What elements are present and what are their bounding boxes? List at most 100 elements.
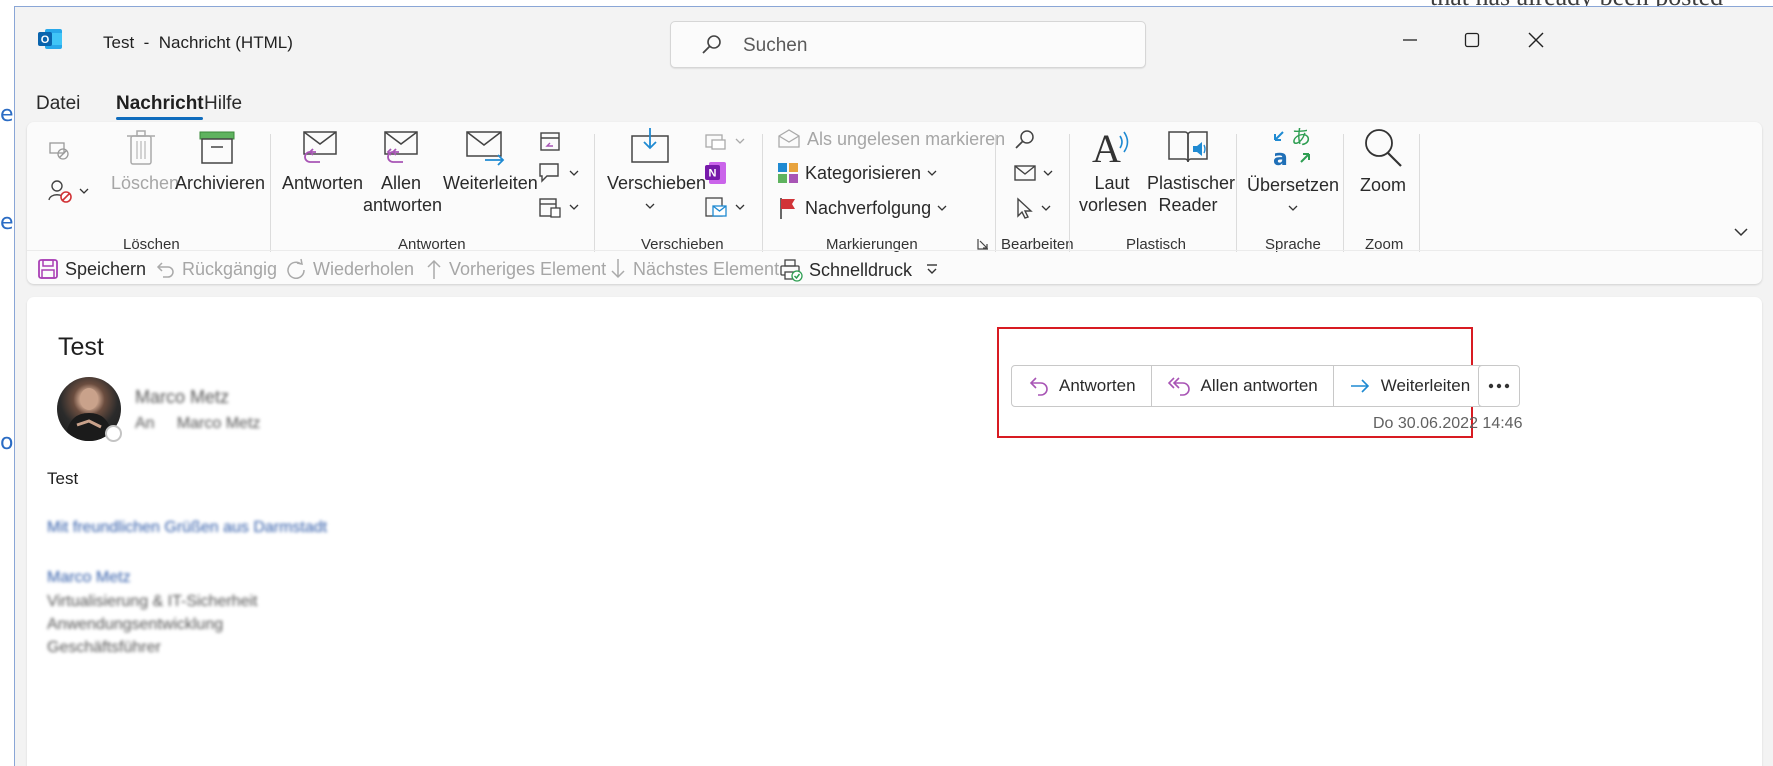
immersive-reader-icon	[1168, 131, 1208, 163]
zoom-label: Zoom	[1359, 175, 1406, 195]
delete-label: Löschen	[111, 173, 180, 193]
chevron-down-icon	[645, 203, 655, 209]
search-box[interactable]: Suchen	[670, 21, 1146, 68]
archive-button[interactable]: Archivieren	[175, 128, 265, 194]
mark-unread-button[interactable]: Als ungelesen markieren	[777, 128, 1005, 150]
ignore-button[interactable]	[47, 138, 71, 162]
next-item-button[interactable]: Nächstes Element	[609, 258, 779, 280]
related-mail-icon	[1014, 165, 1036, 181]
arrow-up-icon	[427, 259, 441, 279]
title-bar: O Test - Nachricht (HTML) Suchen	[15, 7, 1773, 69]
dialog-launcher-icon[interactable]	[977, 238, 989, 250]
menu-bar: Datei Nachricht Hilfe	[15, 87, 1773, 121]
chevron-down-icon	[79, 188, 89, 194]
junk-button[interactable]	[47, 178, 89, 204]
followup-button[interactable]: Nachverfolgung	[777, 196, 947, 220]
related-button[interactable]	[1013, 162, 1053, 184]
message-action-bar: Antworten Allen antworten Weiterleiten	[1011, 365, 1487, 407]
actions-button[interactable]	[703, 194, 745, 220]
close-icon	[1528, 32, 1544, 48]
svg-text:N: N	[709, 168, 717, 180]
translate-icon: あa	[1273, 126, 1311, 168]
move-button[interactable]: Verschieben	[607, 126, 706, 216]
chevron-down-icon	[937, 205, 947, 211]
followup-label: Nachverfolgung	[805, 197, 932, 218]
forward-ribbon-button[interactable]: Weiterleiten	[443, 128, 538, 194]
customize-toolbar-icon	[927, 264, 937, 274]
quick-print-button[interactable]: Schnelldruck	[779, 258, 912, 282]
zoom-button[interactable]: Zoom	[1352, 126, 1414, 196]
group-separator	[1343, 134, 1344, 252]
group-separator	[995, 134, 996, 252]
reply-ribbon-button[interactable]: Antworten	[282, 128, 363, 194]
more-actions-button[interactable]	[1478, 365, 1520, 407]
recipient-name[interactable]: Marco Metz	[177, 415, 261, 432]
background-text-fragment: o	[0, 430, 14, 455]
reply-ribbon-label: Antworten	[282, 173, 364, 193]
redo-label: Wiederholen	[313, 258, 415, 279]
reply-button[interactable]: Antworten	[1012, 366, 1152, 406]
signature-line: Geschäftsführer	[47, 639, 161, 656]
undo-button[interactable]: Rückgängig	[154, 258, 277, 280]
chevron-down-icon	[735, 138, 745, 144]
menu-hilfe[interactable]: Hilfe	[204, 93, 242, 115]
menu-nachricht[interactable]: Nachricht	[116, 93, 204, 115]
next-item-label: Nächstes Element	[633, 258, 780, 279]
forward-button[interactable]: Weiterleiten	[1334, 366, 1485, 406]
categorize-label: Kategorisieren	[805, 162, 922, 183]
read-aloud-label-2: vorlesen	[1079, 195, 1148, 215]
forward-mail-icon	[466, 131, 505, 166]
sender-name[interactable]: Marco Metz	[135, 387, 229, 408]
group-separator	[1069, 134, 1070, 252]
meeting-reply-button[interactable]	[537, 128, 563, 154]
im-reply-button[interactable]	[537, 160, 579, 186]
collapse-ribbon-icon[interactable]	[1733, 226, 1749, 238]
ignore-icon	[49, 142, 69, 160]
redo-button[interactable]: Wiederholen	[285, 258, 414, 280]
categorize-button[interactable]: Kategorisieren	[777, 162, 937, 184]
chat-icon	[539, 163, 559, 183]
more-respond-button[interactable]	[537, 194, 579, 220]
save-button[interactable]: Speichern	[37, 258, 146, 280]
immersive-reader-button[interactable]: Plastischer Reader	[1147, 126, 1235, 216]
chevron-down-icon	[1043, 170, 1053, 176]
search-icon	[702, 35, 721, 54]
save-label: Speichern	[65, 258, 147, 279]
reply-all-button[interactable]: Allen antworten	[1152, 366, 1334, 406]
minimize-icon	[1403, 39, 1417, 41]
read-aloud-button[interactable]: A Laut vorlesen	[1079, 126, 1148, 216]
previous-item-button[interactable]: Vorheriges Element	[425, 258, 606, 280]
categorize-icon	[778, 163, 798, 183]
group-separator	[762, 134, 763, 252]
maximize-button[interactable]	[1452, 25, 1492, 55]
reply-mail-icon	[303, 131, 337, 163]
delete-button[interactable]: Löschen	[111, 128, 179, 194]
chevron-down-icon	[927, 170, 937, 176]
save-icon	[38, 259, 58, 279]
message-date: Do 30.06.2022 14:46	[1373, 415, 1523, 432]
chevron-down-icon	[1041, 205, 1051, 211]
onenote-button[interactable]: N	[703, 160, 729, 186]
reply-all-icon	[1167, 377, 1190, 396]
archive-label: Archivieren	[175, 173, 266, 193]
menu-datei[interactable]: Datei	[36, 93, 80, 115]
rules-button[interactable]	[703, 128, 745, 154]
close-button[interactable]	[1516, 25, 1556, 55]
read-aloud-icon: A	[1092, 126, 1129, 166]
translate-button[interactable]: あa Übersetzen	[1245, 126, 1341, 218]
find-button[interactable]	[1013, 128, 1037, 152]
quick-print-icon	[780, 259, 803, 282]
signature-line: Virtualisierung & IT-Sicherheit	[47, 593, 258, 610]
minimize-button[interactable]	[1390, 25, 1430, 55]
customize-toolbar-button[interactable]	[925, 263, 939, 277]
ribbon: Löschen Archivieren Löschen Antworten Al…	[27, 122, 1762, 284]
background-text-fragment: e	[0, 210, 14, 235]
svg-text:あ: あ	[1291, 126, 1311, 149]
message-body-text: Test	[47, 469, 79, 488]
more-icon	[1488, 383, 1510, 389]
select-button[interactable]	[1013, 196, 1051, 220]
onenote-icon: N	[705, 162, 726, 184]
signature-line: Anwendungsentwicklung	[47, 616, 224, 633]
background-text-fragment: e	[0, 102, 14, 127]
reply-all-ribbon-button[interactable]: Allen antworten	[363, 128, 442, 216]
